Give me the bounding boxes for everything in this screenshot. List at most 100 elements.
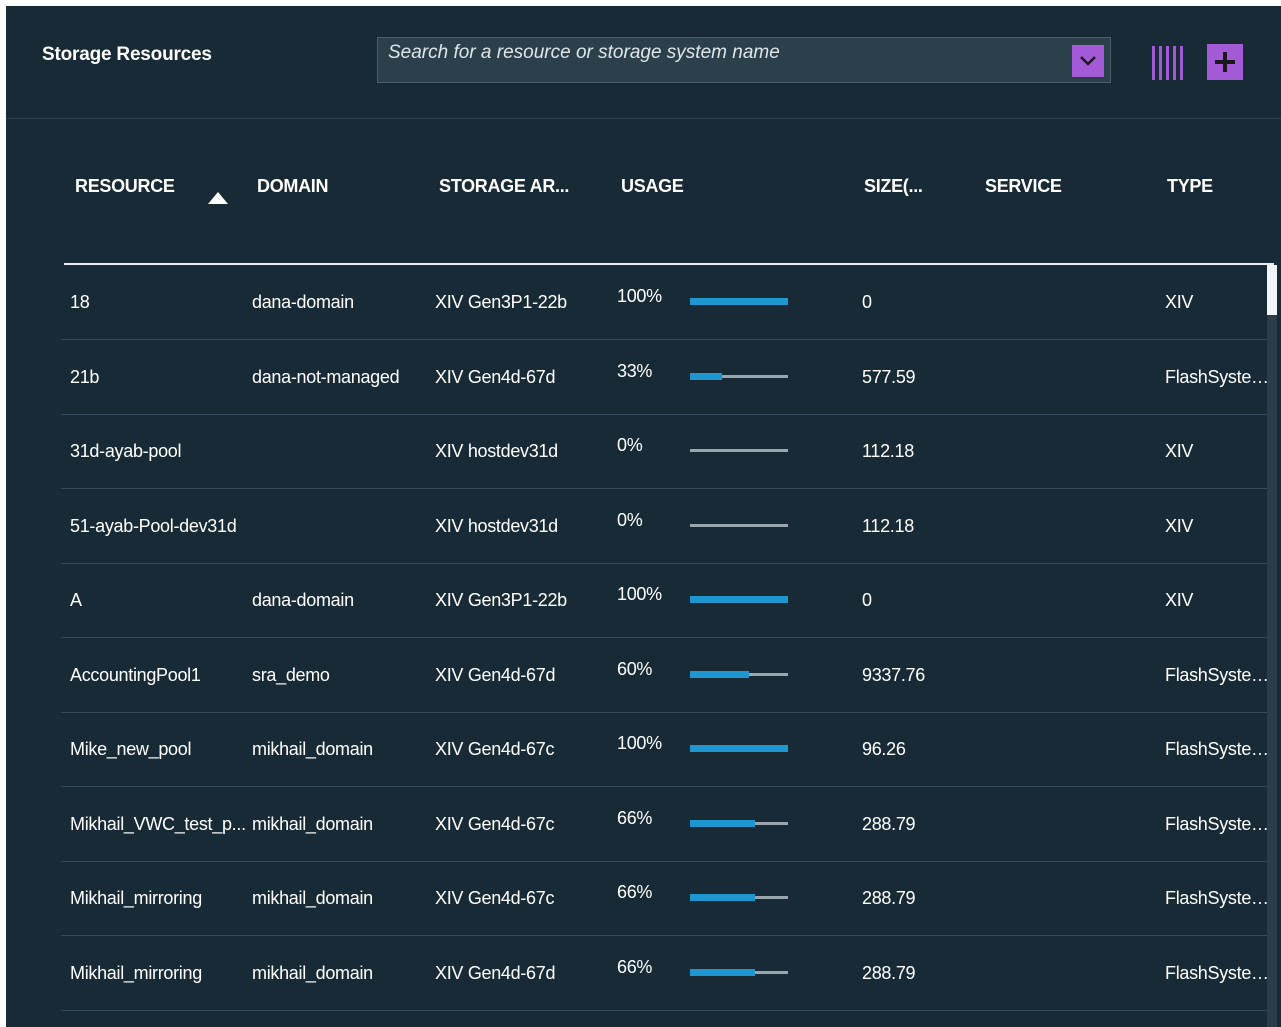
search-dropdown-button[interactable] xyxy=(1072,45,1104,77)
cell-resource: 18 xyxy=(70,292,90,312)
add-resource-button[interactable] xyxy=(1207,44,1243,80)
cell-size: 288.79 xyxy=(862,888,916,908)
column-header-service[interactable]: SERVICE xyxy=(985,176,1062,197)
plus-icon xyxy=(1215,52,1235,72)
table-body: 18 dana-domain XIV Gen3P1-22b 100% 0 XIV 21b da… xyxy=(6,265,1281,1027)
cell-storage-array: XIV Gen3P1-22b xyxy=(435,590,567,610)
cell-type: FlashSystem ... xyxy=(1165,962,1276,983)
column-header-type[interactable]: TYPE xyxy=(1167,176,1213,197)
cell-type: FlashSystem ... xyxy=(1165,813,1276,834)
scrollbar-thumb[interactable] xyxy=(1267,265,1277,315)
cell-storage-array: XIV Gen4d-67c xyxy=(435,813,555,834)
cell-usage-percent: 0% xyxy=(617,509,643,530)
usage-bar-fill xyxy=(690,819,755,827)
usage-bar-fill xyxy=(690,298,788,305)
table-row[interactable]: Mikhail_mirroring mikhail_domain XIV Gen4d… xyxy=(61,861,1276,936)
cell-resource: Mikhail_mirroring xyxy=(70,962,202,983)
cell-type: FlashSystem ... xyxy=(1165,739,1276,759)
usage-bar xyxy=(690,968,788,976)
cell-resource: Mikhail_mirroring xyxy=(70,888,202,908)
cell-type: XIV xyxy=(1165,515,1194,536)
cell-size: 0 xyxy=(862,292,872,312)
sort-ascending-icon[interactable] xyxy=(206,190,230,206)
cell-size: 288.79 xyxy=(862,962,916,983)
table-row[interactable]: Mike_new_pool mikhail_domain XIV Gen4d-67c… xyxy=(61,712,1276,787)
column-header-domain[interactable]: DOMAIN xyxy=(257,176,329,197)
cell-storage-array: XIV Gen4d-67d xyxy=(435,962,556,983)
cell-usage-percent: 100% xyxy=(617,286,662,306)
usage-bar-fill xyxy=(690,968,755,976)
cell-usage-percent: 0% xyxy=(617,435,643,455)
cell-resource: 21b xyxy=(70,366,100,387)
cell-domain: dana-domain xyxy=(252,590,354,610)
cell-size: 96.26 xyxy=(862,739,906,759)
table-row[interactable]: 21b dana-not-managed XIV Gen4d-67d 33% 577.5… xyxy=(61,340,1276,415)
column-header-size[interactable]: SIZE(... xyxy=(864,176,923,197)
cell-usage-percent: 33% xyxy=(617,360,653,381)
cell-size: 288.79 xyxy=(862,813,916,834)
cell-storage-array: XIV Gen3P1-22b xyxy=(435,292,567,312)
usage-bar-fill xyxy=(690,894,755,901)
cell-domain: mikhail_domain xyxy=(252,813,373,834)
cell-type: FlashSystem ... xyxy=(1165,366,1276,387)
table-row[interactable]: 31d-ayab-pool XIV hostdev31d 0% 112.18 XIV xyxy=(61,414,1276,489)
cell-usage-percent: 66% xyxy=(617,956,653,977)
search-input[interactable] xyxy=(388,41,1068,65)
cell-resource: Mikhail_VWC_test_p... xyxy=(70,813,246,834)
usage-bar xyxy=(690,819,788,827)
cell-usage-percent: 66% xyxy=(617,807,653,828)
table-header: RESOURCE DOMAIN STORAGE AR... USAGE SIZE… xyxy=(6,118,1281,264)
vertical-scrollbar[interactable] xyxy=(1267,265,1277,1027)
search-box xyxy=(377,37,1111,83)
usage-bar xyxy=(690,745,788,752)
table-row[interactable]: AccountingPool1 sra_demo XIV Gen4d-67d 60% 9… xyxy=(61,638,1276,713)
cell-size: 112.18 xyxy=(862,441,914,461)
cell-domain: mikhail_domain xyxy=(252,739,373,759)
table-row[interactable]: 51-ayab-Pool-dev31d XIV hostdev31d 0% 112.1… xyxy=(61,489,1276,564)
cell-resource: 51-ayab-Pool-dev31d xyxy=(70,515,237,536)
cell-storage-array: XIV Gen4d-67d xyxy=(435,366,556,387)
usage-bar xyxy=(690,298,788,305)
usage-bar xyxy=(690,449,788,452)
cell-resource: AccountingPool1 xyxy=(70,664,201,685)
table-row[interactable]: Mikhail_VWC_test_p... mikhail_domain XIV G… xyxy=(61,787,1276,862)
column-header-resource[interactable]: RESOURCE xyxy=(75,176,175,197)
cell-type: XIV xyxy=(1165,441,1194,461)
column-header-storage-array[interactable]: STORAGE AR... xyxy=(439,176,569,197)
usage-bar xyxy=(690,894,788,901)
usage-bar xyxy=(690,670,788,678)
cell-usage-percent: 66% xyxy=(617,882,653,902)
cell-usage-percent: 100% xyxy=(617,733,662,753)
page-title: Storage Resources xyxy=(42,44,212,65)
toolbar: Storage Resources xyxy=(6,6,1281,119)
cell-size: 0 xyxy=(862,590,872,610)
table-row[interactable]: Adana-domain XIV Gen3P1-22b 100% 0 XIV xyxy=(61,563,1276,638)
usage-bar-fill xyxy=(690,596,788,603)
cell-type: XIV xyxy=(1165,590,1194,610)
usage-bar xyxy=(690,523,788,527)
cell-size: 9337.76 xyxy=(862,664,925,685)
column-header-usage[interactable]: USAGE xyxy=(621,176,684,197)
cell-storage-array: XIV Gen4d-67c xyxy=(435,739,555,759)
cell-usage-percent: 60% xyxy=(617,658,653,679)
cell-size: 112.18 xyxy=(862,515,914,536)
cell-domain: mikhail_domain xyxy=(252,962,373,983)
columns-icon xyxy=(1152,46,1183,80)
storage-resources-panel: Storage Resources Search for a resource … xyxy=(6,6,1281,1027)
cell-domain: mikhail_domain xyxy=(252,888,373,908)
cell-storage-array: XIV Gen4d-67c xyxy=(435,888,555,908)
column-settings-button[interactable] xyxy=(1150,45,1188,81)
table-row[interactable]: Mikhail_mirroring mikhail_domain XIV Gen4d… xyxy=(61,936,1276,1011)
cell-resource: A xyxy=(70,590,82,610)
table-row[interactable]: 18 dana-domain XIV Gen3P1-22b 100% 0 XIV xyxy=(61,265,1276,340)
cell-domain: dana-domain xyxy=(252,292,354,312)
usage-bar xyxy=(690,372,788,380)
cell-domain: dana-not-managed xyxy=(252,366,400,387)
cell-type: XIV xyxy=(1165,292,1194,312)
cell-size: 577.59 xyxy=(862,366,916,387)
cell-storage-array: XIV hostdev31d xyxy=(435,515,558,536)
chevron-down-icon xyxy=(1080,56,1096,66)
cell-type: FlashSystem ... xyxy=(1165,888,1276,908)
cell-type: FlashSystem ... xyxy=(1165,664,1276,685)
cell-domain: sra_demo xyxy=(252,664,330,685)
